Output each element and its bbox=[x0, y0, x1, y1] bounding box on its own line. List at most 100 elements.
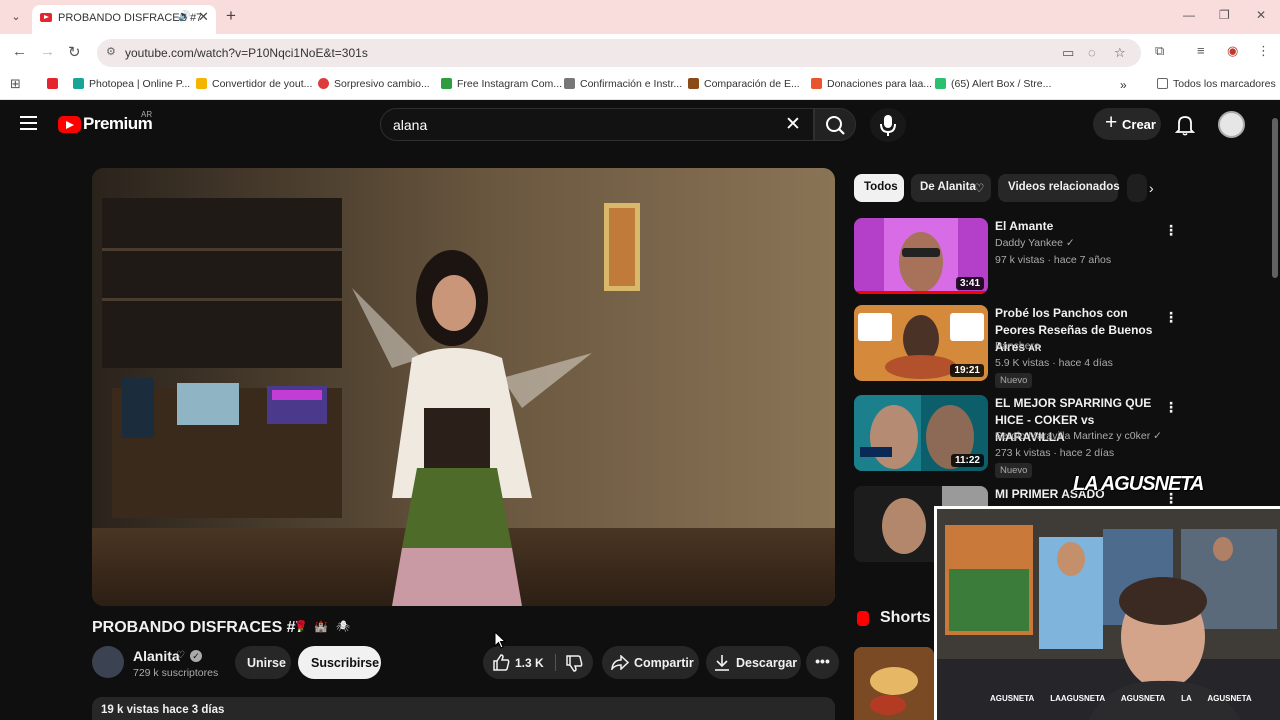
back-arrow-icon[interactable]: ← bbox=[12, 43, 27, 60]
subscribe-button[interactable]: Suscribirse bbox=[298, 646, 381, 679]
join-label: Unirse bbox=[247, 656, 286, 670]
minimize-window-icon[interactable]: — bbox=[1183, 8, 1195, 22]
chevron-right-icon[interactable]: › bbox=[1149, 180, 1154, 196]
streamelements-icon bbox=[935, 78, 946, 89]
video-frame bbox=[92, 168, 835, 606]
tab-search-chevron-icon[interactable]: ⌄ bbox=[6, 7, 26, 27]
video-meta: 5.9 K vistas · hace 4 días bbox=[995, 357, 1113, 369]
recommendation-item[interactable]: 3:41 El Amante Daddy Yankee ✓ 97 k vista… bbox=[854, 218, 1178, 300]
bookmark-item[interactable]: Sorpresivo cambio... bbox=[318, 78, 430, 90]
notifications-bell-icon[interactable] bbox=[1174, 114, 1196, 136]
close-window-icon[interactable]: ✕ bbox=[1256, 8, 1266, 22]
channel-avatar[interactable] bbox=[92, 646, 124, 678]
description-box[interactable]: 19 k vistas hace 3 días bbox=[92, 697, 835, 720]
restore-window-icon[interactable]: ❐ bbox=[1219, 8, 1230, 22]
cast-icon[interactable]: ▭ bbox=[1062, 45, 1074, 61]
more-actions-icon[interactable]: ••• bbox=[806, 646, 839, 679]
bookmark-item[interactable]: Donaciones para laa... bbox=[811, 78, 932, 90]
bookmark-star-icon[interactable]: ☆ bbox=[1114, 45, 1126, 61]
page-scrollbar-thumb[interactable] bbox=[1272, 118, 1278, 278]
channel-name[interactable]: Daddy Yankee ✓ bbox=[995, 237, 1075, 249]
apps-grid-icon[interactable]: ⊞ bbox=[10, 76, 21, 92]
voice-search-button[interactable] bbox=[870, 108, 906, 142]
hamburger-menu-icon[interactable] bbox=[20, 116, 37, 130]
bookmark-item[interactable]: Confirmación e Instr... bbox=[564, 78, 682, 90]
chip-videos-relacionados[interactable]: Videos relacionados bbox=[998, 174, 1120, 202]
join-button[interactable]: Unirse bbox=[235, 646, 291, 679]
streamer-logo: LA AGUSNETA bbox=[1073, 473, 1204, 495]
bookmark-label: Free Instagram Com... bbox=[457, 78, 563, 90]
chip-de-alanita[interactable]: De Alanita ♡ bbox=[911, 174, 991, 202]
more-bookmarks-chevron-icon[interactable]: » bbox=[1120, 78, 1127, 92]
media-controls-icon[interactable]: ≡ bbox=[1197, 43, 1205, 58]
video-thumbnail[interactable]: 19:21 bbox=[854, 305, 988, 381]
clear-search-icon[interactable]: ✕ bbox=[785, 113, 801, 136]
youtube-header: Premium AR alana ✕ + Crear bbox=[0, 100, 1280, 150]
video-thumbnail[interactable]: 11:22 bbox=[854, 395, 988, 471]
extensions-icon[interactable]: ⧉ bbox=[1155, 43, 1164, 59]
browser-tab-active[interactable]: PROBANDO DISFRACES #7 🔊 ✕ bbox=[32, 5, 216, 34]
folder-icon bbox=[196, 78, 207, 89]
recommendation-item[interactable]: 11:22 EL MEJOR SPARRING QUE HICE - COKER… bbox=[854, 395, 1178, 478]
channel-name[interactable]: Panchero bbox=[995, 340, 1040, 352]
bookmark-item[interactable]: Comparación de E... bbox=[688, 78, 800, 90]
address-url[interactable]: youtube.com/watch?v=P10Nqci1NoE&t=301s bbox=[125, 46, 368, 60]
video-thumbnail[interactable]: 3:41 bbox=[854, 218, 988, 294]
like-divider bbox=[555, 654, 556, 671]
search-input[interactable]: alana ✕ bbox=[380, 108, 814, 141]
video-player[interactable] bbox=[92, 168, 835, 606]
new-tab-button[interactable]: + bbox=[226, 6, 236, 26]
bookmark-item[interactable]: Free Instagram Com... bbox=[441, 78, 562, 90]
audio-playing-icon[interactable]: 🔊 bbox=[178, 11, 190, 22]
forward-arrow-icon[interactable]: → bbox=[40, 43, 55, 60]
bookmarks-bar: ⊞ Photopea | Online P... Convertidor de … bbox=[0, 72, 1280, 100]
reload-icon[interactable]: ↻ bbox=[68, 43, 81, 61]
bookmark-item[interactable]: Convertidor de yout... bbox=[196, 78, 312, 90]
short-thumbnail[interactable] bbox=[854, 647, 934, 720]
channel-name[interactable]: Sergio Maravilla Martinez y c0ker ✓ bbox=[995, 430, 1162, 442]
browser-menu-icon[interactable]: ⋮ bbox=[1257, 43, 1270, 59]
chip-todos[interactable]: Todos bbox=[854, 174, 904, 202]
spider-emoji-icon: 🕷 bbox=[336, 621, 350, 633]
bookmark-label: Comparación de E... bbox=[704, 78, 800, 90]
address-bar[interactable]: ⚙ youtube.com/watch?v=P10Nqci1NoE&t=301s… bbox=[97, 39, 1141, 67]
account-avatar[interactable] bbox=[1218, 111, 1245, 138]
donation-icon bbox=[811, 78, 822, 89]
item-menu-icon[interactable]: ⋮ bbox=[1164, 222, 1178, 239]
item-menu-icon[interactable]: ⋮ bbox=[1164, 399, 1178, 416]
share-button[interactable]: Compartir bbox=[602, 646, 699, 679]
eye-hidden-icon[interactable]: ◌ bbox=[1088, 45, 1096, 60]
search-query[interactable]: alana bbox=[393, 117, 427, 133]
download-button[interactable]: Descargar bbox=[706, 646, 801, 679]
like-dislike-group: 1.3 K bbox=[483, 646, 593, 679]
verified-check-icon: ✓ bbox=[190, 650, 202, 662]
bookmark-item[interactable]: (65) Alert Box / Stre... bbox=[935, 78, 1051, 90]
microphone-icon bbox=[880, 115, 896, 136]
site-info-icon[interactable]: ⚙ bbox=[106, 45, 116, 58]
all-bookmarks-folder[interactable]: Todos los marcadores bbox=[1157, 78, 1276, 90]
shorts-logo-icon bbox=[857, 611, 869, 626]
share-label: Compartir bbox=[634, 656, 694, 670]
verified-check-icon: ✓ bbox=[1065, 237, 1075, 249]
bookmark-label: Todos los marcadores bbox=[1173, 78, 1276, 90]
bookmark-youtube[interactable] bbox=[47, 78, 63, 90]
video-title[interactable]: El Amante bbox=[995, 218, 1157, 235]
channel-name[interactable]: Alanita bbox=[133, 648, 180, 664]
chip-overflow[interactable] bbox=[1127, 174, 1147, 202]
thumbs-up-icon[interactable] bbox=[492, 654, 510, 671]
search-button[interactable] bbox=[814, 108, 856, 141]
bookmark-label: Sorpresivo cambio... bbox=[334, 78, 430, 90]
like-count: 1.3 K bbox=[515, 656, 544, 670]
search-icon bbox=[826, 116, 845, 135]
youtube-logo-icon[interactable] bbox=[58, 116, 81, 133]
tab-close-icon[interactable]: ✕ bbox=[198, 9, 209, 25]
create-button[interactable]: + Crear bbox=[1093, 108, 1161, 140]
recommendation-item[interactable]: 19:21 Probé los Panchos con Peores Reseñ… bbox=[854, 305, 1178, 388]
item-menu-icon[interactable]: ⋮ bbox=[1164, 309, 1178, 326]
mouse-cursor-icon bbox=[494, 631, 507, 649]
new-badge: Nuevo bbox=[995, 373, 1033, 388]
download-icon bbox=[715, 655, 729, 671]
profile-icon[interactable]: ◉ bbox=[1227, 43, 1238, 59]
bookmark-item[interactable]: Photopea | Online P... bbox=[73, 78, 190, 90]
thumbs-down-icon[interactable] bbox=[565, 655, 583, 672]
